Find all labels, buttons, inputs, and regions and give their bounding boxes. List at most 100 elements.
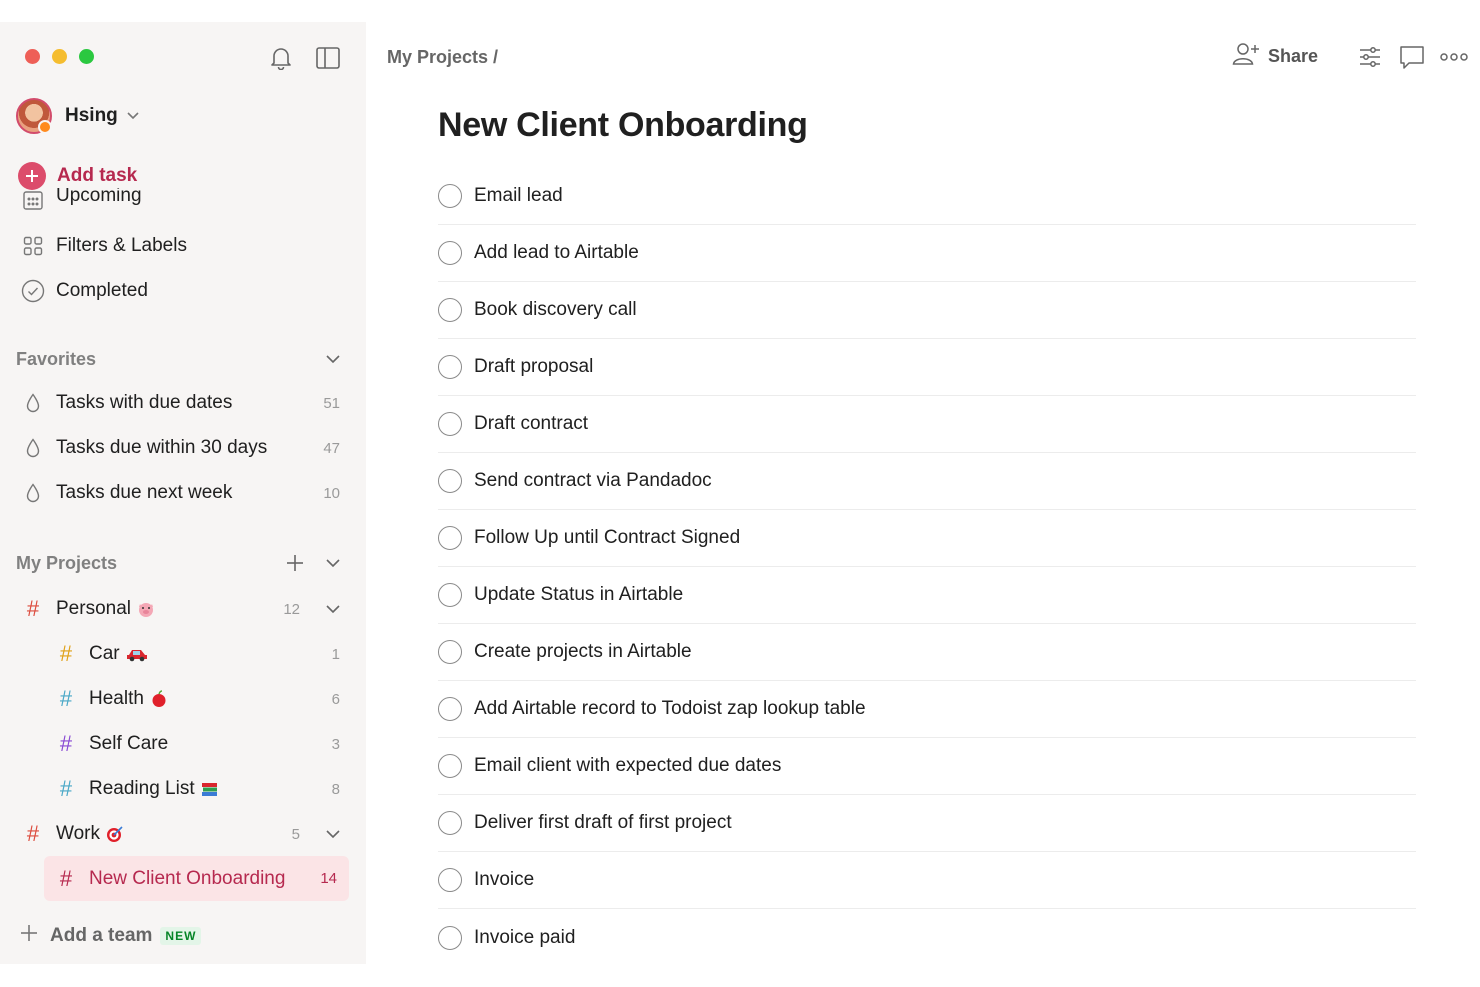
comment-icon[interactable] [1398,43,1426,71]
project-count: 1 [331,645,340,663]
task-content[interactable]: Draft proposal [474,356,593,378]
task-checkbox[interactable] [438,811,462,835]
sidebar: Hsing Upcoming Add task Filters & Labels… [0,22,366,964]
task-checkbox[interactable] [438,355,462,379]
nav-filters-labels[interactable]: Filters & Labels [20,233,187,259]
chevron-down-icon[interactable] [320,550,346,576]
task-checkbox[interactable] [438,526,462,550]
breadcrumb[interactable]: My Projects / [387,47,498,68]
calendar-icon [20,188,46,212]
minimize-window-button[interactable] [52,49,67,64]
task-content[interactable]: Add Airtable record to Todoist zap looku… [474,698,866,720]
bell-icon[interactable] [268,45,294,71]
chevron-down-icon[interactable] [320,596,346,622]
top-actions: Share [1232,42,1468,71]
add-project-icon[interactable] [282,550,308,576]
hash-icon: # [59,641,73,666]
nav-upcoming[interactable]: Upcoming [20,188,142,212]
chevron-down-icon[interactable] [320,821,346,847]
task-row[interactable]: Deliver first draft of first project [438,795,1416,852]
task-row[interactable]: Draft proposal [438,339,1416,396]
favorite-count: 51 [323,394,340,412]
task-checkbox[interactable] [438,241,462,265]
task-content[interactable]: Create projects in Airtable [474,641,692,663]
project-label: Work [56,823,100,844]
project-health[interactable]: # Health 6 [53,686,340,712]
view-options-icon[interactable] [1356,43,1384,71]
nav-completed[interactable]: Completed [20,278,148,304]
task-checkbox[interactable] [438,583,462,607]
task-checkbox[interactable] [438,868,462,892]
task-checkbox[interactable] [438,925,462,950]
more-options-icon[interactable] [1440,43,1468,71]
plus-icon [18,162,46,190]
task-row[interactable]: Invoice paid [438,909,1416,966]
project-label-wrap: Self Care [89,733,332,755]
project-label-wrap: Reading List [89,778,332,800]
nav-label: Filters & Labels [56,235,187,256]
share-button[interactable]: Share [1232,42,1318,71]
filter-drop-icon [20,393,46,413]
task-checkbox[interactable] [438,298,462,322]
task-checkbox[interactable] [438,697,462,721]
task-content[interactable]: Invoice paid [474,927,575,949]
task-content[interactable]: Email client with expected due dates [474,755,781,777]
task-content[interactable]: Follow Up until Contract Signed [474,527,740,549]
zoom-window-button[interactable] [79,49,94,64]
task-row[interactable]: Update Status in Airtable [438,567,1416,624]
task-row[interactable]: Send contract via Pandadoc [438,453,1416,510]
favorite-item[interactable]: Tasks with due dates 51 [20,392,340,414]
task-content[interactable]: Send contract via Pandadoc [474,470,712,492]
project-car[interactable]: # Car 1 [53,641,340,667]
task-row[interactable]: Invoice [438,852,1416,909]
task-row[interactable]: Draft contract [438,396,1416,453]
close-window-button[interactable] [25,49,40,64]
task-checkbox[interactable] [438,412,462,436]
sidebar-toggle-icon[interactable] [315,45,341,71]
chevron-down-icon[interactable] [320,346,346,372]
user-menu[interactable]: Hsing [16,98,140,134]
project-self-care[interactable]: # Self Care 3 [53,731,340,757]
favorite-label: Tasks due next week [56,482,233,503]
task-content[interactable]: Update Status in Airtable [474,584,683,606]
favorite-item[interactable]: Tasks due within 30 days 47 [20,437,340,459]
task-row[interactable]: Follow Up until Contract Signed [438,510,1416,567]
add-person-icon [1232,42,1260,71]
projects-title[interactable]: My Projects [16,553,270,574]
hash-icon: # [59,731,73,756]
task-content[interactable]: Deliver first draft of first project [474,812,732,834]
favorite-label: Tasks with due dates [56,392,233,413]
task-row[interactable]: Add lead to Airtable [438,225,1416,282]
task-checkbox[interactable] [438,184,462,208]
app-window: Hsing Upcoming Add task Filters & Labels… [0,22,1480,964]
task-content[interactable]: Email lead [474,185,563,207]
nav-label: Upcoming [56,188,142,206]
project-personal[interactable]: # Personal 12 [20,596,346,622]
project-new-client-onboarding[interactable]: # New Client Onboarding 14 [44,856,349,901]
task-content[interactable]: Book discovery call [474,299,637,321]
project-work[interactable]: # Work 5 [20,821,346,847]
hash-icon: # [59,686,73,711]
task-content[interactable]: Draft contract [474,413,588,435]
task-checkbox[interactable] [438,754,462,778]
task-checkbox[interactable] [438,469,462,493]
project-reading-list[interactable]: # Reading List 8 [53,776,340,802]
add-task-button[interactable]: Add task [18,162,137,190]
favorite-item[interactable]: Tasks due next week 10 [20,482,340,504]
task-row[interactable]: Email lead [438,168,1416,225]
task-row[interactable]: Book discovery call [438,282,1416,339]
project-label-wrap: Personal [56,598,283,620]
project-count: 5 [291,825,300,843]
pig-emoji-icon [137,600,155,618]
task-content[interactable]: Add lead to Airtable [474,242,639,264]
task-row[interactable]: Create projects in Airtable [438,624,1416,681]
favorite-count: 10 [323,484,340,502]
check-circle-icon [20,278,46,304]
task-checkbox[interactable] [438,640,462,664]
task-content[interactable]: Invoice [474,869,534,891]
avatar [16,98,52,134]
task-row[interactable]: Email client with expected due dates [438,738,1416,795]
task-row[interactable]: Add Airtable record to Todoist zap looku… [438,681,1416,738]
add-team-button[interactable]: Add a team NEW [20,924,202,947]
window-controls [25,49,94,64]
